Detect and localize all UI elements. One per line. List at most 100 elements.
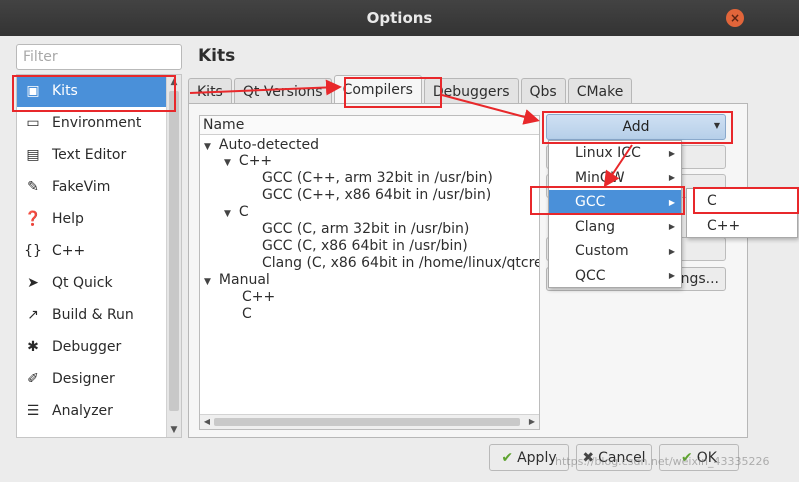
expand-triangle-icon[interactable]: ▼ bbox=[204, 277, 211, 287]
tree-group-row[interactable]: ▼ C bbox=[224, 204, 249, 221]
sidebar-item-label: Text Editor bbox=[52, 147, 127, 163]
submenu-item-c[interactable]: C bbox=[687, 189, 797, 213]
scroll-left-icon[interactable]: ◀ bbox=[201, 415, 213, 429]
sidebar-item-debugger[interactable]: ✱ Debugger bbox=[17, 331, 167, 363]
expand-triangle-icon[interactable]: ▼ bbox=[224, 158, 231, 168]
tree-group-row[interactable]: ▼ C++ bbox=[224, 153, 272, 170]
sidebar-item-label: Environment bbox=[52, 115, 142, 131]
filter-input[interactable] bbox=[16, 44, 182, 70]
submenu-item-cpp[interactable]: C++ bbox=[687, 214, 797, 238]
sidebar-item-label: Debugger bbox=[52, 339, 122, 355]
sidebar-item-designer[interactable]: ✐ Designer bbox=[17, 363, 167, 395]
sidebar-item-text-editor[interactable]: ▤ Text Editor bbox=[17, 139, 167, 171]
tree-group-row[interactable]: ▼ Manual bbox=[204, 272, 270, 289]
tree-group-row[interactable]: C bbox=[242, 306, 252, 323]
expand-triangle-icon[interactable]: ▼ bbox=[204, 142, 211, 152]
compiler-tree[interactable]: Name ▼ Auto-detected ▼ C++ GCC (C++, arm 32b… bbox=[199, 115, 540, 430]
tree-horizontal-scrollbar[interactable]: ◀ ▶ bbox=[200, 414, 539, 429]
compiler-row[interactable]: GCC (C++, x86 64bit in /usr/bin) bbox=[262, 187, 491, 204]
help-icon: ❓ bbox=[24, 211, 42, 227]
apply-button-label: Apply bbox=[517, 449, 557, 466]
tree-row-label: GCC (C++, arm 32bit in /usr/bin) bbox=[262, 170, 493, 186]
tree-row-label: GCC (C, x86 64bit in /usr/bin) bbox=[262, 238, 468, 254]
menu-item-mingw[interactable]: MinGW ▶ bbox=[549, 166, 681, 190]
tree-row-label: Auto-detected bbox=[218, 137, 320, 153]
analyzer-icon: ☰ bbox=[26, 403, 40, 419]
menu-item-linux-icc[interactable]: Linux ICC ▶ bbox=[549, 141, 681, 165]
submenu-arrow-icon: ▶ bbox=[668, 271, 675, 280]
menu-item-label: QCC bbox=[575, 267, 606, 284]
tree-header-name[interactable]: Name bbox=[200, 116, 539, 135]
menu-item-custom[interactable]: Custom ▶ bbox=[549, 239, 681, 263]
sidebar-item-label: Qt Quick bbox=[52, 275, 113, 291]
paper-plane-icon: ➤ bbox=[27, 275, 39, 291]
tree-row-label: Manual bbox=[218, 272, 270, 288]
menu-item-label: Clang bbox=[575, 218, 616, 235]
sidebar-item-fakevim[interactable]: ✎ FakeVim bbox=[17, 171, 167, 203]
add-button-label: Add bbox=[622, 119, 650, 135]
tab-qbs[interactable]: Qbs bbox=[520, 78, 566, 104]
pencil-icon: ✐ bbox=[27, 371, 39, 387]
chevron-down-icon: ▼ bbox=[713, 121, 720, 130]
menu-item-label: Custom bbox=[575, 243, 629, 259]
page-title: Kits bbox=[198, 46, 236, 66]
sidebar-item-label: FakeVim bbox=[52, 179, 111, 195]
tab-debuggers[interactable]: Debuggers bbox=[423, 78, 519, 104]
compiler-row[interactable]: GCC (C, arm 32bit in /usr/bin) bbox=[262, 221, 469, 238]
sidebar-scroll-thumb[interactable] bbox=[169, 91, 179, 411]
tree-scroll-thumb[interactable] bbox=[214, 418, 520, 426]
tree-group-row[interactable]: ▼ Auto-detected bbox=[204, 137, 319, 154]
tree-row-label: GCC (C++, x86 64bit in /usr/bin) bbox=[262, 187, 492, 203]
sidebar-scrollbar[interactable]: ▲ ▼ bbox=[166, 75, 181, 437]
hammer-icon: ↗ bbox=[27, 307, 39, 323]
sidebar-item-build-run[interactable]: ↗ Build & Run bbox=[17, 299, 167, 331]
tree-group-row[interactable]: C++ bbox=[242, 289, 275, 306]
watermark: https://blog.csdn.net/weixin_43335226 bbox=[555, 455, 770, 468]
sidebar-item-analyzer[interactable]: ☰ Analyzer bbox=[17, 395, 167, 427]
expand-triangle-icon[interactable]: ▼ bbox=[224, 209, 231, 219]
tab-bar: Kits Qt Versions Compilers Debuggers Qbs CMak… bbox=[188, 75, 634, 104]
sidebar-item-qt-quick[interactable]: ➤ Qt Quick bbox=[17, 267, 167, 299]
sidebar-item-kits[interactable]: ▣ Kits bbox=[17, 75, 167, 107]
scroll-up-icon[interactable]: ▲ bbox=[167, 75, 181, 89]
menu-item-gcc[interactable]: GCC ▶ bbox=[549, 190, 681, 214]
tab-compilers[interactable]: Compilers bbox=[333, 75, 422, 104]
fakevim-icon: ✎ bbox=[27, 179, 39, 195]
menu-item-clang[interactable]: Clang ▶ bbox=[549, 215, 681, 239]
tree-row-label: C bbox=[238, 204, 249, 220]
add-compiler-menu: Linux ICC ▶ MinGW ▶ GCC ▶ Clang ▶ Custom ▶ QCC ▶ bbox=[548, 140, 682, 288]
sidebar-item-label: Build & Run bbox=[52, 307, 134, 323]
compiler-row[interactable]: GCC (C, x86 64bit in /usr/bin) bbox=[262, 238, 468, 255]
compiler-row[interactable]: GCC (C++, arm 32bit in /usr/bin) bbox=[262, 170, 493, 187]
sidebar-item-c[interactable]: {} C++ bbox=[17, 235, 167, 267]
submenu-arrow-icon: ▶ bbox=[668, 222, 675, 231]
close-button[interactable]: × bbox=[726, 9, 744, 27]
menu-item-label: Linux ICC bbox=[575, 145, 641, 161]
sidebar-item-label: Help bbox=[52, 211, 84, 227]
submenu-arrow-icon: ▶ bbox=[668, 148, 675, 158]
menu-item-label: MinGW bbox=[575, 169, 625, 186]
tab-cmake[interactable]: CMake bbox=[567, 78, 633, 104]
tab-qt-versions[interactable]: Qt Versions bbox=[233, 78, 332, 104]
scroll-down-icon[interactable]: ▼ bbox=[167, 423, 181, 437]
sidebar-item-label: Designer bbox=[52, 371, 115, 387]
tree-row-label: GCC (C, arm 32bit in /usr/bin) bbox=[262, 221, 470, 237]
sidebar-list: ▣ Kits ▭ Environment ▤ Text Editor ✎ FakeVim ❓ He… bbox=[17, 75, 167, 427]
sidebar-item-label: C++ bbox=[52, 243, 86, 259]
monitor-icon: ▭ bbox=[26, 115, 40, 131]
tab-kits[interactable]: Kits bbox=[188, 78, 232, 104]
scroll-right-icon[interactable]: ▶ bbox=[526, 415, 538, 429]
tree-row-label: C++ bbox=[242, 289, 276, 305]
options-sidebar: ▣ Kits ▭ Environment ▤ Text Editor ✎ FakeVim ❓ He… bbox=[16, 74, 182, 438]
checkmark-icon: ✔ bbox=[501, 449, 514, 466]
tree-row-label: C++ bbox=[238, 153, 273, 169]
sidebar-item-help[interactable]: ❓ Help bbox=[17, 203, 167, 235]
bug-icon: ✱ bbox=[27, 339, 39, 355]
sidebar-item-environment[interactable]: ▭ Environment bbox=[17, 107, 167, 139]
window-title: Options bbox=[366, 9, 433, 27]
compiler-row[interactable]: Clang (C, x86 64bit in /home/linux/qtcre… bbox=[262, 255, 540, 272]
add-button[interactable]: Add ▼ bbox=[546, 114, 726, 140]
tree-row-label: Clang (C, x86 64bit in /home/linux/qtcre… bbox=[262, 255, 540, 271]
menu-item-qcc[interactable]: QCC ▶ bbox=[549, 264, 681, 288]
gcc-submenu: C C++ bbox=[686, 188, 798, 238]
